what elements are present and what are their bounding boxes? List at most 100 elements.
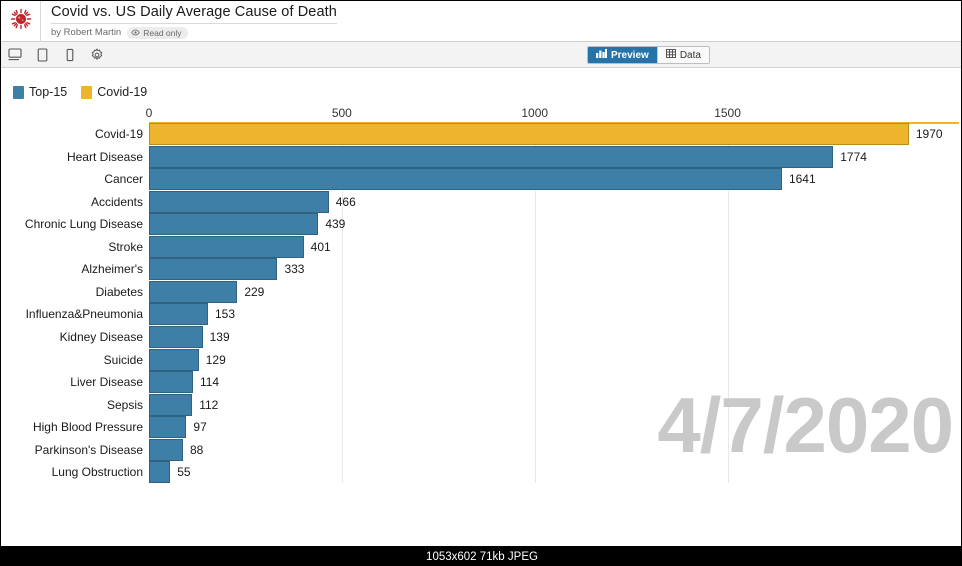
gear-icon[interactable] [89,47,104,62]
bar-row: Diabetes 229 [96,280,959,303]
bar-category-label: Lung Obstruction [51,465,143,480]
timeline-scrubber[interactable]: 3/1/20203/3/20203/5/20203/7/20203/9/2020… [1,493,961,546]
legend-label-top15: Top-15 [29,85,68,99]
bar-row: Liver Disease 114 [70,371,959,394]
bar-value-label: 114 [199,375,220,390]
app-window: Covid vs. US Daily Average Cause of Deat… [0,0,962,566]
desktop-icon[interactable] [8,47,23,62]
bar-category-label: Stroke [108,239,143,254]
bar[interactable] [149,168,782,191]
title-block: Covid vs. US Daily Average Cause of Deat… [41,1,337,42]
tablet-icon[interactable] [35,47,50,62]
bar[interactable] [149,393,193,416]
plot-bars: Covid-19 1970 Heart Disease 1774 Cancer 1641 A… [25,123,959,484]
bar-value-label: 229 [244,284,265,299]
bar[interactable] [149,416,187,439]
bar[interactable] [149,123,909,145]
tab-preview[interactable]: Preview [588,47,657,63]
toolbar: Preview Data [1,42,961,68]
bar-category-label: Alzheimer's [81,262,143,277]
legend-label-covid19: Covid-19 [97,85,148,99]
bar-category-label: Suicide [103,352,143,367]
bar-category-label: Influenza&Pneumonia [25,307,143,322]
x-axis-tick: 1000 [521,106,549,120]
bar-row: Suicide 129 [104,348,959,371]
bar-row: Covid-19 1970 [95,123,959,145]
chart-icon [596,49,607,61]
x-axis-tick: 500 [331,106,352,120]
bar[interactable] [149,371,193,394]
author-byline: by Robert Martin [51,27,122,38]
bar[interactable] [149,213,319,236]
bar-row: Lung Obstruction 55 [52,461,959,484]
bar-value-label: 1970 [915,127,943,141]
bar-value-label: 55 [177,465,191,480]
x-axis-tick: 1500 [714,106,741,120]
bar-value-label: 129 [205,352,226,367]
bar-row: Cancer 1641 [104,168,959,191]
bar[interactable] [149,235,304,258]
bar[interactable] [149,325,203,348]
status-bar: 1053x602 71kb JPEG [1,546,961,565]
coronavirus-icon [10,8,32,35]
legend-swatch-covid19 [81,85,93,99]
bar[interactable] [149,461,171,484]
bar-category-label: Covid-19 [94,127,143,141]
tab-data-label: Data [679,49,701,61]
device-preview-icons [1,47,104,62]
bar-row: Heart Disease 1774 [67,145,959,168]
bar-row: Stroke 401 [108,235,959,258]
bar-category-label: Sepsis [106,397,143,412]
status-badge: Read only [127,26,188,39]
view-mode-tabs: Preview Data [587,46,710,64]
tab-preview-label: Preview [611,49,649,61]
document-header: Covid vs. US Daily Average Cause of Deat… [1,1,961,42]
bar-value-label: 333 [284,262,305,277]
bar-row: Sepsis 112 [107,393,959,416]
bar-category-label: Diabetes [95,284,143,299]
table-grid-icon [665,49,676,61]
bar-category-label: Parkinson's Disease [34,442,143,457]
bar-value-label: 466 [335,194,356,209]
bar-value-label: 1641 [788,172,816,187]
bar-row: Kidney Disease 139 [60,325,959,348]
logo-container [1,1,41,42]
chart-canvas: Top-15 Covid-19 0 500 1000 1500 Covid-19 197… [1,68,961,493]
page-title: Covid vs. US Daily Average Cause of Deat… [51,4,337,24]
legend-swatch-top15 [13,85,24,99]
byline-row: by Robert Martin Read only [51,26,337,39]
bar-value-label: 153 [215,307,236,322]
bar-category-label: High Blood Pressure [32,420,143,435]
legend-item-covid19: Covid-19 [81,85,147,99]
bar-value-label: 439 [325,217,346,232]
bar-value-label: 97 [193,420,207,435]
bar[interactable] [149,303,208,326]
bar-category-label: Chronic Lung Disease [24,217,143,232]
bar-value-label: 139 [209,329,230,344]
bar[interactable] [149,438,183,461]
status-bar-text: 1053x602 71kb JPEG [426,550,538,563]
chart-legend: Top-15 Covid-19 [13,85,147,99]
bar[interactable] [149,258,278,281]
bar[interactable] [149,190,329,213]
bar-category-label: Accidents [90,194,143,209]
readonly-label: Read only [143,27,182,38]
bar[interactable] [149,348,199,371]
bar[interactable] [149,145,834,168]
bar-value-label: 112 [199,397,219,412]
bar-value-label: 1774 [840,149,867,164]
x-axis-tick-labels: 0 500 1000 1500 [145,106,959,122]
bar-row: Accidents 466 [91,190,959,213]
bar-row: Chronic Lung Disease 439 [25,213,959,236]
bar-value-label: 401 [310,239,331,254]
bar-category-label: Heart Disease [66,149,143,164]
bar-row: Influenza&Pneumonia 153 [26,303,959,326]
tab-data[interactable]: Data [656,47,709,63]
x-axis-tick: 0 [145,106,153,120]
bar-category-label: Cancer [104,172,143,187]
bar-value-label: 88 [189,442,204,457]
mobile-icon[interactable] [62,47,77,62]
legend-item-top15: Top-15 [13,85,67,99]
bar[interactable] [149,280,238,303]
bar-row: Parkinson's Disease 88 [35,438,959,461]
